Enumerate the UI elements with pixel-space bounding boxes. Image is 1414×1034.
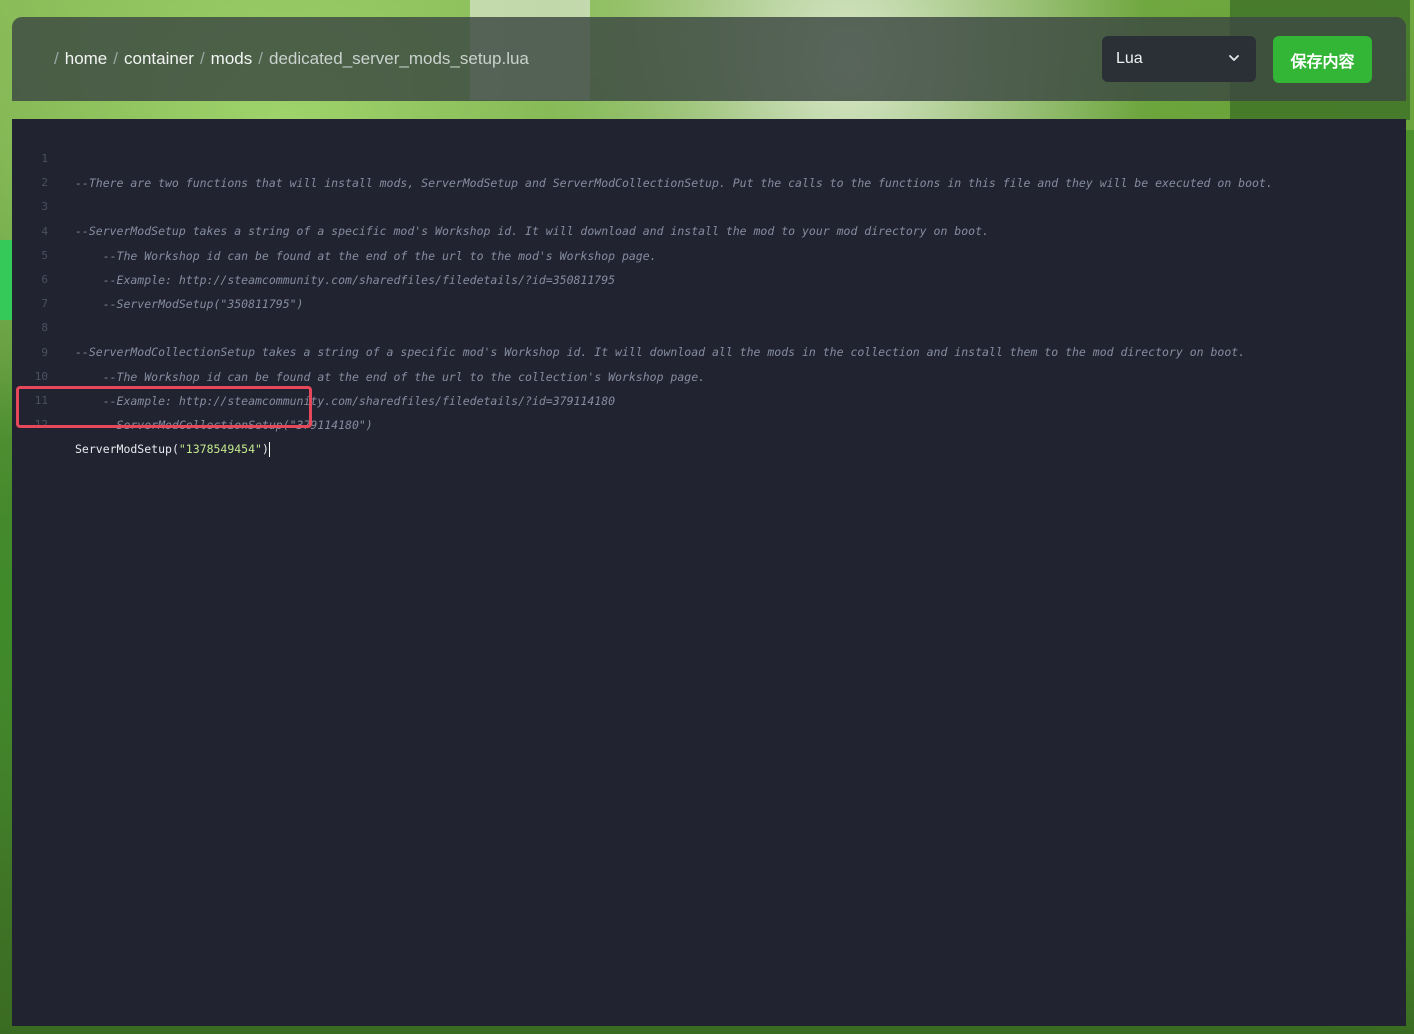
code-text: --ServerModCollectionSetup("379114180")	[75, 418, 373, 432]
code-line: 2	[12, 147, 1406, 189]
editor-header: / home / container / mods / dedicated_se…	[12, 17, 1406, 101]
breadcrumb-item-mods[interactable]: mods	[211, 49, 253, 69]
breadcrumb-separator: /	[113, 49, 118, 68]
code-line: 5 --Example: http://steamcommunity.com/s…	[12, 220, 1406, 287]
code-line-active[interactable]: 12 ServerModSetup("1378549454")	[12, 389, 1406, 457]
function-name: ServerModSetup	[75, 442, 172, 456]
code-line: 3 --ServerModSetup takes a string of a s…	[12, 171, 1406, 238]
background-block	[0, 240, 12, 320]
breadcrumb-item-file: dedicated_server_mods_setup.lua	[268, 49, 529, 68]
code-editor[interactable]: 1 --There are two functions that will in…	[12, 119, 1406, 1026]
code-line: 7	[12, 268, 1406, 310]
code-line: 9 --The Workshop id can be found at the …	[12, 317, 1406, 384]
code-text[interactable]: ServerModSetup("1378549454")	[75, 437, 270, 461]
code-line: 10 --Example: http://steamcommunity.com/…	[12, 341, 1406, 408]
code-line: 1 --There are two functions that will in…	[12, 123, 1406, 190]
close-paren: )	[261, 442, 269, 456]
string-literal: "1378549454"	[178, 442, 262, 456]
code-line: 11 --ServerModCollectionSetup("379114180…	[12, 365, 1406, 432]
text-cursor	[268, 442, 270, 457]
breadcrumb-separator: /	[199, 49, 205, 68]
code-line: 6 --ServerModSetup("350811795")	[12, 244, 1406, 311]
breadcrumb-item-home[interactable]: home	[65, 49, 108, 69]
breadcrumb-item-container[interactable]: container	[124, 49, 194, 69]
breadcrumb-separator: /	[258, 49, 263, 68]
breadcrumb: / home / container / mods / dedicated_se…	[48, 17, 529, 101]
code-line: 4 --The Workshop id can be found at the …	[12, 196, 1406, 263]
language-select[interactable]: Lua	[1102, 36, 1256, 82]
code-line: 8 --ServerModCollectionSetup takes a str…	[12, 292, 1406, 359]
save-button[interactable]: 保存内容	[1273, 36, 1372, 83]
background-block	[1406, 130, 1414, 830]
chevron-down-icon	[1229, 55, 1239, 61]
open-paren: (	[171, 442, 179, 456]
breadcrumb-separator: /	[54, 49, 59, 68]
language-select-value: Lua	[1116, 50, 1143, 67]
line-number: 12	[34, 418, 48, 431]
